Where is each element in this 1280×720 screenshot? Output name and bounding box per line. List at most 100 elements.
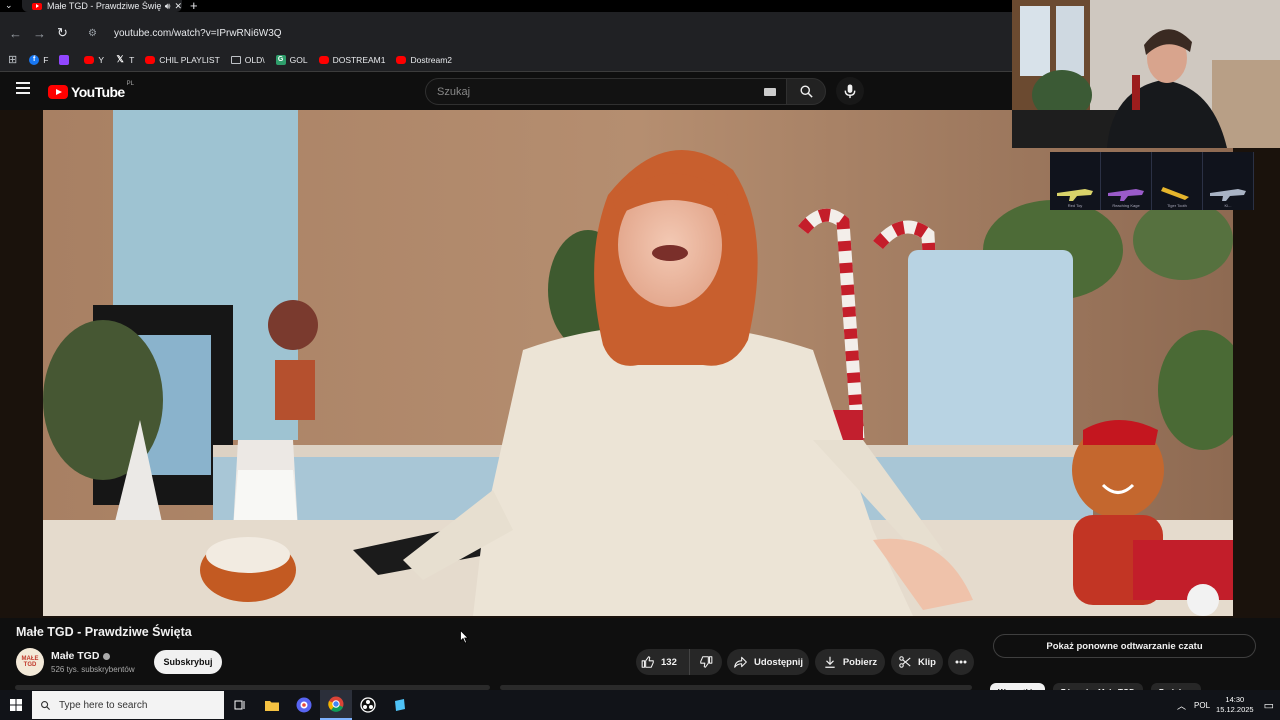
clock-time: 14:30: [1225, 695, 1245, 704]
skin-name: Tiger Tooth: [1167, 203, 1187, 208]
youtube-icon: [84, 55, 95, 64]
rifle-skin-icon: [1057, 189, 1093, 201]
youtube-icon: [145, 55, 156, 64]
bookmark-dostream1[interactable]: DOSTREAM1: [318, 54, 386, 65]
voice-search-button[interactable]: [836, 77, 864, 105]
clock-date: 15.12.2025: [1216, 705, 1254, 714]
taskbar-discord[interactable]: [288, 690, 320, 720]
thumbs-down-icon: [700, 656, 713, 668]
like-dislike-group: 132: [636, 649, 722, 675]
bookmark-label: F: [43, 54, 49, 65]
start-button[interactable]: [0, 690, 32, 720]
bookmark-chil-playlist[interactable]: CHIL PLAYLIST: [145, 55, 220, 65]
notepad-icon: [395, 699, 405, 711]
search-icon: [800, 85, 813, 98]
bookmark-dostream2[interactable]: Dostream2: [396, 55, 452, 65]
browser-tab-active[interactable]: Małe TGD - Prawdziwe Święta 🔊︎ ✕: [22, 0, 182, 12]
search-placeholder: Szukaj: [437, 85, 471, 98]
like-button[interactable]: 132: [636, 649, 690, 675]
language-indicator[interactable]: POL: [1194, 701, 1210, 710]
video-title: Małe TGD - Prawdziwe Święta: [16, 625, 192, 639]
system-tray: ︿ POL 14:30 15.12.2025 ▭: [1177, 690, 1280, 720]
bookmark-gol[interactable]: G GOL: [275, 54, 308, 65]
streamer-webcam-overlay: [1012, 0, 1280, 148]
youtube-play-logo-icon: [48, 85, 68, 99]
forward-button[interactable]: →: [33, 26, 46, 41]
bookmark-twitch[interactable]: [59, 54, 73, 65]
task-view-icon: [234, 700, 245, 710]
share-button[interactable]: Udostępnij: [727, 649, 809, 675]
more-horizontal-icon: [955, 660, 967, 664]
skin-name: Kl...: [1224, 203, 1232, 208]
clock[interactable]: 14:30 15.12.2025: [1216, 695, 1254, 715]
taskbar-search-input[interactable]: Type here to search: [32, 691, 224, 719]
bookmark-label: DOSTREAM1: [332, 54, 386, 65]
bookmark-label: GOL: [289, 54, 308, 65]
channel-name-link[interactable]: Małe TGD: [51, 650, 111, 662]
bookmarks-bar: ⊞ f F Y 𝕏 T CHIL PLAYLIST OLD\ G GOL DOS…: [0, 48, 1012, 72]
audio-playing-icon[interactable]: 🔊︎: [165, 1, 171, 12]
bookmark-facebook[interactable]: f F: [29, 54, 49, 65]
more-actions-button[interactable]: [948, 649, 974, 675]
download-button[interactable]: Pobierz: [815, 649, 885, 675]
search-button[interactable]: [786, 78, 826, 105]
clip-button[interactable]: Klip: [891, 649, 943, 675]
task-view-button[interactable]: [224, 690, 256, 720]
notifications-icon[interactable]: ▭: [1264, 699, 1274, 712]
bookmark-x[interactable]: 𝕏 T: [115, 54, 135, 65]
share-icon: [734, 656, 747, 668]
youtube-favicon-icon: [32, 2, 42, 10]
url-text: youtube.com/watch?v=IPrwRNi6W3Q: [114, 27, 282, 39]
youtube-logo[interactable]: YouTube PL: [48, 81, 134, 100]
site-info-icon[interactable]: ⚙︎: [88, 28, 102, 39]
show-hidden-icons-chevron-icon[interactable]: ︿: [1177, 699, 1186, 712]
windows-logo-icon: [10, 699, 22, 711]
country-code: PL: [126, 81, 134, 87]
rifle-skin-icon: [1210, 189, 1246, 201]
subscriber-count: 526 tys. subskrybentów: [51, 665, 135, 674]
show-chat-replay-button[interactable]: Pokaż ponowne odtwarzanie czatu: [993, 634, 1256, 658]
skin-name: Reaching Kage: [1112, 203, 1140, 208]
skin-card: Red Toy: [1050, 152, 1101, 210]
thumbs-up-icon: [641, 656, 654, 668]
facebook-icon: f: [29, 54, 40, 65]
channel-name: Małe TGD: [51, 650, 100, 662]
skin-card: Reaching Kage: [1101, 152, 1152, 210]
back-button[interactable]: ←: [9, 26, 22, 41]
gol-icon: G: [275, 54, 286, 65]
subscribe-button[interactable]: Subskrybuj: [154, 650, 222, 674]
youtube-icon: [396, 55, 407, 64]
apps-grid-icon[interactable]: ⊞: [8, 53, 17, 66]
taskbar-chrome[interactable]: [320, 690, 352, 720]
twitch-icon: [59, 54, 70, 65]
menu-icon[interactable]: [16, 82, 30, 94]
dislike-button[interactable]: [690, 649, 722, 675]
keyboard-icon[interactable]: [764, 88, 776, 96]
download-icon: [825, 656, 835, 668]
channel-avatar[interactable]: MAŁE TGD: [16, 648, 44, 676]
discord-icon: [296, 697, 312, 713]
skin-card: Kl...: [1203, 152, 1254, 210]
bookmark-youtube[interactable]: Y: [84, 55, 104, 65]
search-input[interactable]: Szukaj: [425, 78, 787, 105]
chrome-icon: [328, 696, 344, 712]
taskbar-app[interactable]: [384, 690, 416, 720]
bookmark-label: Dostream2: [410, 54, 453, 65]
reload-button[interactable]: ↻: [57, 25, 68, 41]
like-count: 132: [661, 656, 677, 668]
windows-taskbar: Type here to search ︿ POL 14:30 15.12.20…: [0, 690, 1280, 720]
bookmark-label: Y: [98, 54, 105, 65]
bookmark-label: T: [129, 54, 135, 65]
tab-search-chevron-icon[interactable]: ⌄: [5, 0, 13, 11]
webcam-feed: [1012, 0, 1280, 148]
obs-icon: [360, 697, 376, 713]
taskbar-file-explorer[interactable]: [256, 690, 288, 720]
taskbar-obs[interactable]: [352, 690, 384, 720]
youtube-icon: [318, 55, 329, 64]
address-bar[interactable]: ⚙︎ youtube.com/watch?v=IPrwRNi6W3Q: [78, 20, 1008, 46]
folder-icon: [265, 701, 279, 711]
skin-name: Red Toy: [1067, 203, 1083, 208]
bookmark-folder-old[interactable]: OLD\: [230, 54, 265, 65]
bookmark-label: OLD\: [244, 54, 265, 65]
avatar-text: MAŁE TGD: [21, 656, 39, 668]
